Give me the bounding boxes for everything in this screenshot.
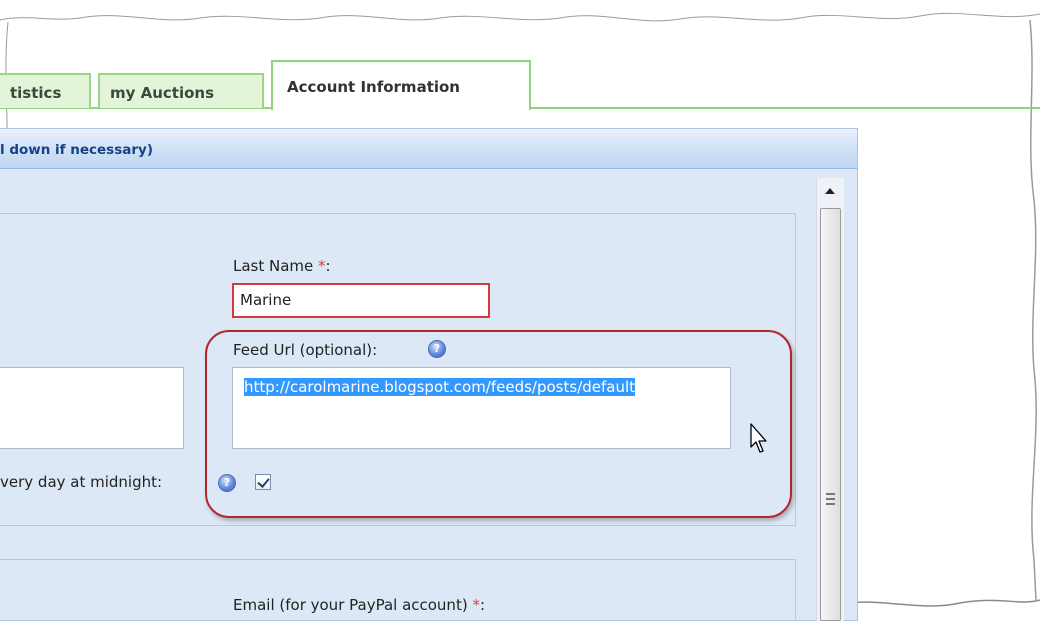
panel-header: l down if necessary)	[0, 129, 857, 169]
help-icon[interactable]: ?	[428, 340, 446, 358]
last-name-input[interactable]: Marine	[232, 283, 490, 318]
update-checkbox-label: very day at midnight:	[0, 473, 163, 491]
tab-account-information[interactable]: Account Information	[271, 60, 531, 110]
feed-url-label: Feed Url (optional):	[233, 341, 378, 359]
required-asterisk: *	[472, 596, 480, 614]
tab-my-auctions[interactable]: my Auctions	[98, 73, 264, 108]
mouse-pointer-icon	[750, 423, 767, 453]
tab-label: Account Information	[287, 78, 460, 96]
last-name-label: Last Name *:	[233, 257, 331, 275]
panel-title: l down if necessary)	[0, 142, 153, 158]
grip-icon	[826, 493, 835, 505]
required-asterisk: *	[318, 257, 326, 275]
scrollbar-thumb[interactable]	[820, 208, 841, 621]
tab-label: my Auctions	[110, 84, 215, 102]
last-name-value: Marine	[240, 291, 292, 309]
left-textarea[interactable]	[0, 367, 184, 449]
arrow-up-icon[interactable]	[816, 178, 844, 204]
email-label: Email (for your PayPal account) *:	[233, 596, 486, 614]
help-icon[interactable]: ?	[218, 474, 236, 492]
tab-statistics[interactable]: tistics	[0, 73, 91, 108]
tab-label: tistics	[10, 84, 62, 102]
update-checkbox[interactable]	[255, 474, 271, 490]
feed-url-textarea[interactable]: http://carolmarine.blogspot.com/feeds/po…	[232, 367, 731, 449]
